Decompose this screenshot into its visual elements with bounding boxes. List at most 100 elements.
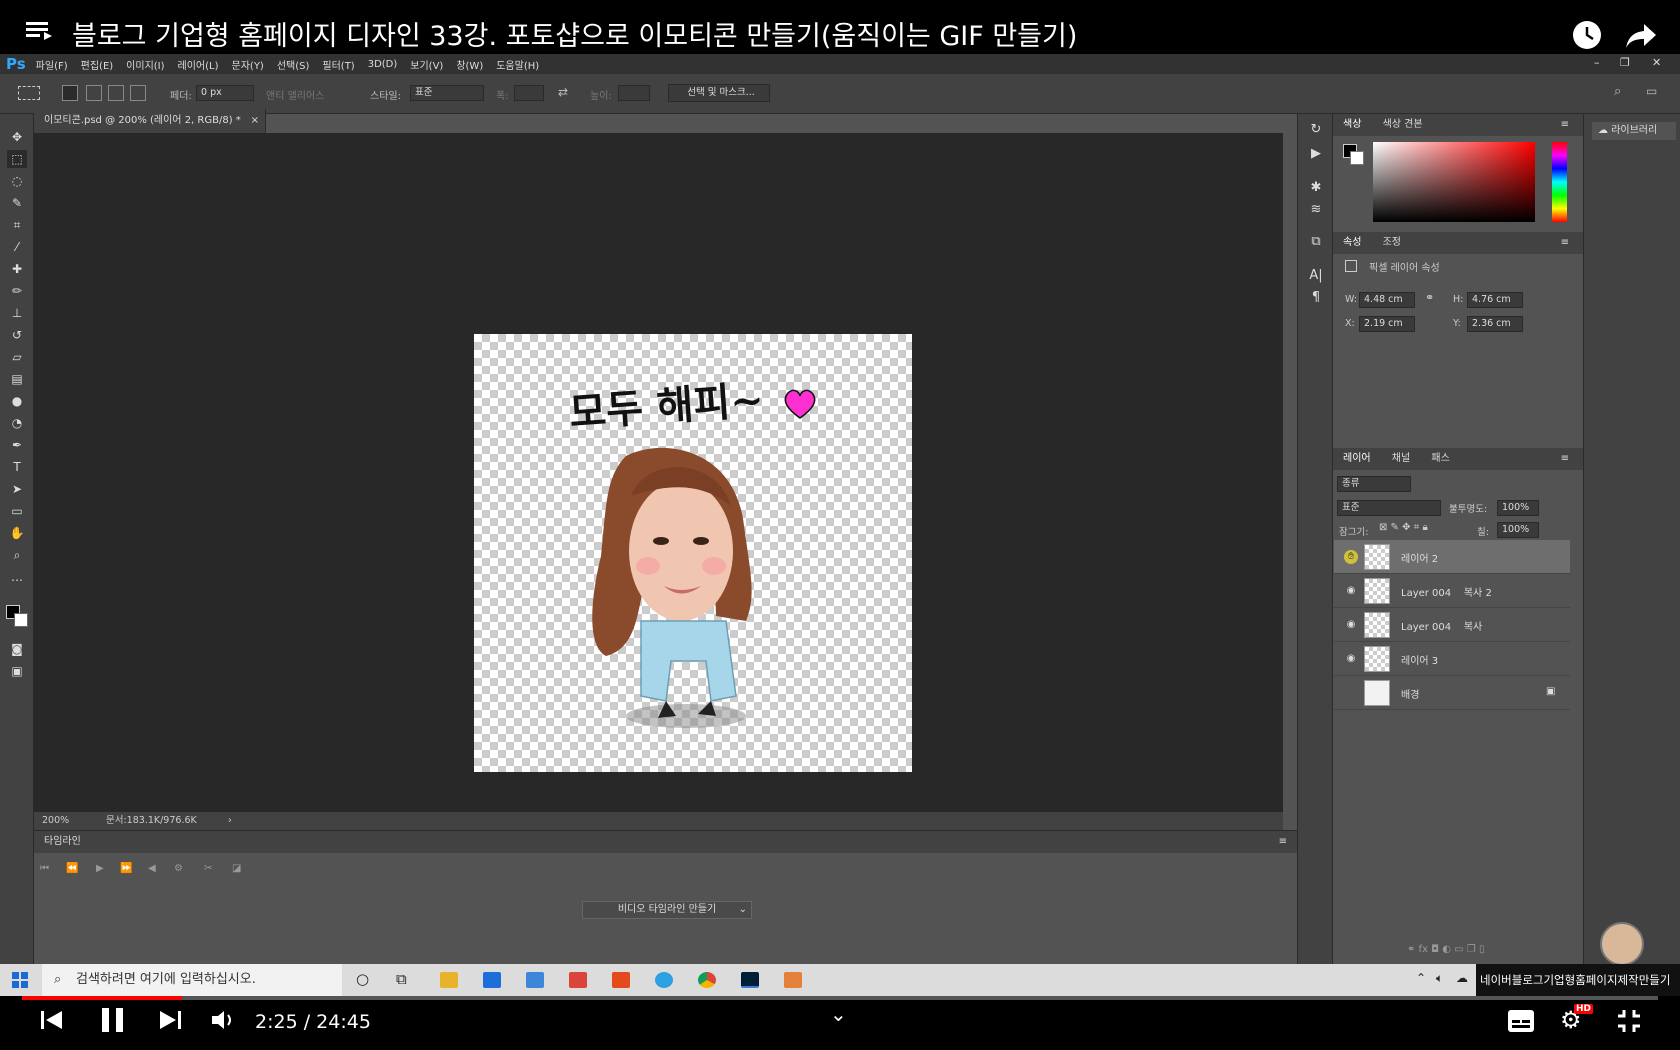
layer-row[interactable]: ◉ Layer 004 복사 2	[1334, 574, 1570, 608]
panel-menu-icon[interactable]: ≡	[1561, 114, 1569, 136]
selection-mode-new-icon[interactable]	[62, 85, 78, 101]
visibility-eye-icon[interactable]: ◉	[1344, 618, 1358, 632]
blend-mode-select[interactable]: 표준	[1337, 500, 1441, 516]
menu-edit[interactable]: 편집(E)	[81, 57, 114, 72]
hand-tool-icon[interactable]: ✋	[7, 524, 27, 542]
settings-icon[interactable]: ⚙	[174, 863, 183, 874]
tab-swatches[interactable]: 색상 견본	[1383, 119, 1423, 130]
tab-properties[interactable]: 속성	[1343, 237, 1361, 248]
select-and-mask-button[interactable]: 선택 및 마스크...	[668, 84, 770, 102]
split-icon[interactable]: ✂	[204, 863, 212, 874]
y-field[interactable]: 2.36 cm	[1467, 316, 1523, 332]
menu-3d[interactable]: 3D(D)	[368, 59, 398, 70]
close-tab-icon[interactable]: ×	[251, 109, 259, 133]
app-icon-red[interactable]	[569, 972, 587, 988]
background-color-swatch[interactable]	[1350, 151, 1364, 165]
previous-video-icon[interactable]	[40, 1008, 64, 1038]
antialias-checkbox[interactable]: 앤티 앨리어스	[266, 87, 324, 102]
path-select-tool-icon[interactable]: ➤	[7, 480, 27, 498]
settings-icon[interactable]: ⚙ HD	[1560, 1004, 1594, 1034]
history-icon[interactable]: ↻	[1306, 122, 1326, 142]
tray-chevron-icon[interactable]: ⌃	[1416, 971, 1426, 985]
swap-icon[interactable]: ⇄	[558, 85, 568, 99]
cortana-icon[interactable]: ○	[356, 970, 369, 988]
zoom-tool-icon[interactable]: ⌕	[7, 546, 27, 564]
panel-menu-icon[interactable]: ≡	[1561, 232, 1569, 254]
next-video-icon[interactable]	[158, 1008, 182, 1038]
more-tools-icon[interactable]: …	[7, 568, 27, 586]
height-input[interactable]	[618, 85, 650, 101]
layers-footer-icons[interactable]: ⚭ fx ◘ ◐ ▭ ❐ ▯	[1407, 944, 1567, 955]
progress-bar[interactable]	[22, 996, 1658, 1000]
character-icon[interactable]: A|	[1306, 268, 1326, 288]
color-picker-field[interactable]	[1373, 142, 1535, 222]
quick-select-tool-icon[interactable]: ✎	[7, 194, 27, 212]
app-icon-blue[interactable]	[526, 972, 544, 988]
selection-mode-subtract-icon[interactable]	[108, 85, 124, 101]
chevron-down-icon[interactable]: ⌄	[830, 1002, 847, 1026]
panel-menu-icon[interactable]: ≡	[1279, 831, 1287, 853]
taskbar-search-box[interactable]: ⌕ 검색하려면 여기에 입력하십시오.	[42, 964, 342, 996]
height-field[interactable]: 4.76 cm	[1467, 292, 1523, 308]
hue-slider[interactable]	[1552, 142, 1567, 222]
shape-tool-icon[interactable]: ▭	[7, 502, 27, 520]
blur-tool-icon[interactable]: ●	[7, 392, 27, 410]
eyedropper-tool-icon[interactable]: ⁄	[7, 238, 27, 256]
window-restore-icon[interactable]: ❐	[1620, 56, 1630, 69]
document-canvas[interactable]: 모두 해피~	[474, 334, 912, 772]
play-icon[interactable]: ▶	[96, 863, 104, 874]
panel-menu-icon[interactable]: ≡	[1561, 448, 1569, 470]
marquee-preset-icon[interactable]	[18, 86, 40, 100]
search-icon[interactable]: ⌕	[1614, 84, 1621, 99]
windows-start-icon[interactable]	[12, 972, 28, 988]
layer-row[interactable]: 배경 ▣	[1334, 676, 1570, 710]
selection-mode-add-icon[interactable]	[86, 85, 102, 101]
menu-image[interactable]: 이미지(I)	[126, 57, 164, 72]
file-explorer-icon[interactable]	[440, 972, 458, 988]
tab-color[interactable]: 색상	[1343, 119, 1361, 130]
feather-input[interactable]: 0 px	[196, 85, 254, 101]
layer-name[interactable]: 레이어 3	[1401, 652, 1438, 667]
actions-icon[interactable]: ▶	[1306, 146, 1326, 166]
transition-icon[interactable]: ◪	[232, 863, 241, 874]
watch-later-icon[interactable]	[1572, 20, 1602, 50]
eraser-tool-icon[interactable]: ▱	[7, 348, 27, 366]
exit-fullscreen-icon[interactable]	[1616, 1008, 1642, 1040]
healing-tool-icon[interactable]: ✚	[7, 260, 27, 278]
menu-select[interactable]: 선택(S)	[277, 57, 310, 72]
next-frame-icon[interactable]: ⏩	[120, 863, 132, 874]
tab-channels[interactable]: 채널	[1392, 453, 1410, 464]
subtitles-icon[interactable]	[1508, 1010, 1534, 1038]
fill-input[interactable]: 100%	[1497, 522, 1539, 538]
opacity-input[interactable]: 100%	[1497, 500, 1539, 516]
brush-settings-icon[interactable]: ✱	[1306, 180, 1326, 200]
lock-icons[interactable]: ⊠ ✎ ✥ ⌗ 🔒︎	[1379, 522, 1428, 533]
layer-name[interactable]: Layer 004 복사 2	[1401, 584, 1492, 599]
zoom-level[interactable]: 200%	[42, 812, 69, 830]
layer-name[interactable]: 레이어 2	[1401, 550, 1438, 565]
video-title[interactable]: 블로그 기업형 홈페이지 디자인 33강. 포토샵으로 이모티콘 만들기(움직이…	[72, 14, 1077, 53]
layer-filter-select[interactable]: 종류	[1337, 476, 1411, 492]
photoshop-taskbar-icon[interactable]	[741, 972, 759, 988]
brushes-icon[interactable]: ≋	[1306, 202, 1326, 222]
canvas-area[interactable]: 모두 해피~	[34, 133, 1283, 812]
marquee-tool-icon[interactable]: ⬚	[7, 150, 27, 168]
dodge-tool-icon[interactable]: ◔	[7, 414, 27, 432]
window-close-icon[interactable]: ✕	[1652, 56, 1661, 69]
app-icon-orange[interactable]	[784, 972, 802, 988]
selection-mode-intersect-icon[interactable]	[130, 85, 146, 101]
menu-help[interactable]: 도움말(H)	[496, 57, 539, 72]
document-tab[interactable]: 이모티콘.psd @ 200% (레이어 2, RGB/8) * ×	[34, 109, 266, 133]
create-video-timeline-button[interactable]: 비디오 타임라인 만들기 ⌄	[582, 901, 752, 919]
playlist-menu-icon[interactable]	[26, 18, 52, 40]
move-tool-icon[interactable]: ✥	[7, 128, 27, 146]
workspace-icon[interactable]: ▭	[1646, 84, 1657, 98]
screen-mode-icon[interactable]: ▣	[7, 662, 27, 680]
window-minimize-icon[interactable]: –	[1594, 56, 1600, 69]
background-color-swatch[interactable]	[14, 613, 28, 627]
menu-window[interactable]: 창(W)	[456, 57, 483, 72]
width-field[interactable]: 4.48 cm	[1359, 292, 1415, 308]
channel-notice[interactable]: 네이버블로그기업형홈페이지제작만들기	[1476, 964, 1680, 996]
layer-name[interactable]: Layer 004 복사	[1401, 618, 1482, 633]
office-icon[interactable]	[612, 972, 630, 988]
